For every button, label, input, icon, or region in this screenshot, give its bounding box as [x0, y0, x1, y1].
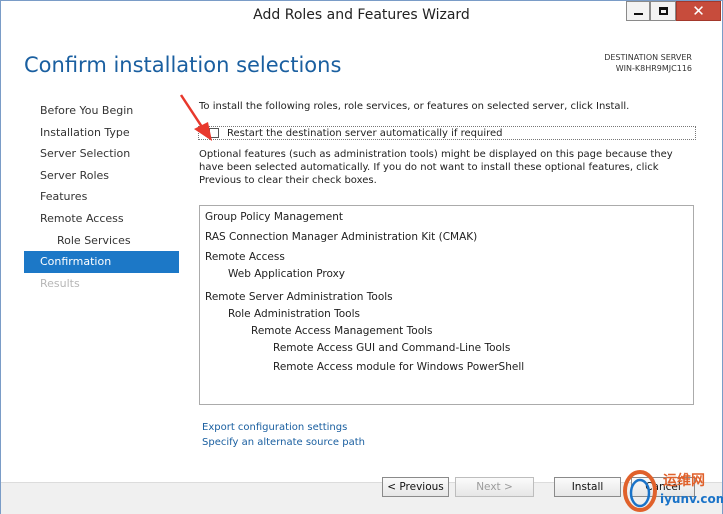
- nav-item-results: Results: [40, 276, 80, 290]
- next-button: Next >: [455, 477, 534, 497]
- destination-server-label: DESTINATION SERVER: [604, 53, 692, 62]
- feature-item: Role Administration Tools: [228, 308, 360, 320]
- destination-server-name: WIN-K8HR9MJC116: [615, 64, 692, 73]
- nav-item-before-you-begin[interactable]: Before You Begin: [24, 100, 179, 122]
- feature-item: Remote Server Administration Tools: [205, 291, 393, 303]
- nav-item-features[interactable]: Features: [24, 186, 179, 208]
- restart-checkbox-label[interactable]: Restart the destination server automatic…: [227, 128, 502, 139]
- restart-option[interactable]: Restart the destination server automatic…: [198, 126, 696, 140]
- watermark: 运维网 iyunv.com: [620, 467, 723, 514]
- alternate-source-link[interactable]: Specify an alternate source path: [202, 437, 365, 448]
- nav-item-server-selection[interactable]: Server Selection: [24, 143, 179, 165]
- watermark-site-en: iyunv.com: [660, 492, 723, 506]
- install-button[interactable]: Install: [554, 477, 621, 497]
- close-icon: ✕: [692, 1, 705, 20]
- nav-item-confirmation[interactable]: Confirmation: [24, 251, 179, 273]
- feature-item: Remote Access Management Tools: [251, 325, 433, 337]
- optional-features-note: Optional features (such as administratio…: [199, 149, 673, 186]
- maximize-button[interactable]: [650, 1, 676, 21]
- annotation-arrow-icon: [179, 94, 212, 141]
- watermark-site-cn: 运维网: [663, 473, 705, 489]
- nav-item-remote-access[interactable]: Remote Access: [24, 208, 179, 230]
- maximize-icon: [658, 7, 668, 15]
- feature-item: Remote Access GUI and Command-Line Tools: [273, 342, 511, 354]
- watermark-logo-icon: [623, 470, 657, 512]
- nav-item-server-roles[interactable]: Server Roles: [24, 165, 179, 187]
- minimize-icon: [633, 13, 643, 15]
- wizard-nav: Before You Begin Installation Type Serve…: [24, 100, 179, 294]
- feature-item: Remote Access: [205, 251, 285, 263]
- feature-item: RAS Connection Manager Administration Ki…: [205, 231, 478, 243]
- page-title: Confirm installation selections: [24, 53, 342, 77]
- feature-item: Group Policy Management: [205, 211, 344, 223]
- window-title: Add Roles and Features Wizard: [253, 7, 470, 23]
- feature-item: Web Application Proxy: [228, 268, 345, 280]
- wizard-window: Add Roles and Features Wizard ✕ Confirm …: [0, 0, 723, 514]
- title-bar[interactable]: Add Roles and Features Wizard ✕: [1, 1, 722, 29]
- export-configuration-link[interactable]: Export configuration settings: [202, 422, 347, 433]
- feature-item: Remote Access module for Windows PowerSh…: [273, 361, 525, 373]
- feature-list[interactable]: Group Policy Management RAS Connection M…: [199, 205, 694, 405]
- nav-item-role-services[interactable]: Role Services: [24, 230, 179, 252]
- nav-item-installation-type[interactable]: Installation Type: [24, 122, 179, 144]
- minimize-button[interactable]: [626, 1, 650, 21]
- close-button[interactable]: ✕: [676, 1, 721, 21]
- previous-button[interactable]: < Previous: [382, 477, 449, 497]
- wizard-content: Confirm installation selections DESTINAT…: [7, 29, 717, 482]
- intro-text: To install the following roles, role ser…: [199, 101, 630, 112]
